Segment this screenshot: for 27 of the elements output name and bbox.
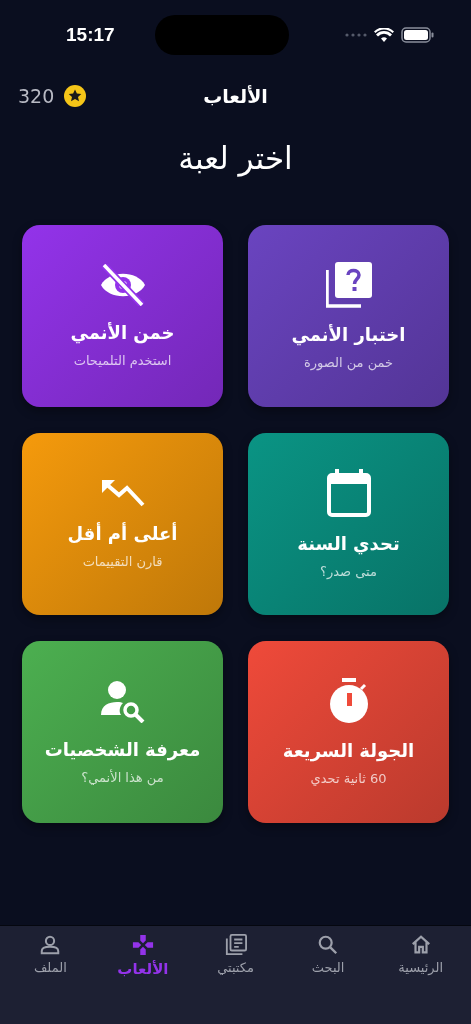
- tab-item[interactable]: الملف: [10, 934, 91, 975]
- screen-title: الألعاب: [203, 85, 268, 107]
- points-count: 320: [18, 85, 55, 107]
- page-heading: اختر لعبة: [177, 140, 294, 179]
- eye-off-icon: [98, 264, 147, 306]
- battery-icon: [401, 27, 435, 43]
- tab-item[interactable]: مكتبتي: [195, 934, 276, 975]
- signal-icon: [345, 33, 367, 37]
- game-card[interactable]: اختبار الأنمي خمن من الصورة: [248, 225, 449, 407]
- game-card[interactable]: تحدي السنة متى صدر؟: [248, 433, 449, 615]
- game-card[interactable]: خمن الأنمي استخدم التلميحات: [22, 225, 223, 407]
- search-icon: [317, 934, 340, 956]
- gamepad-icon: [131, 934, 154, 956]
- trend-arrow-icon: [100, 479, 145, 507]
- home-icon: [409, 934, 432, 956]
- tab-item[interactable]: البحث: [288, 934, 369, 975]
- calendar-icon: [326, 469, 371, 517]
- person-search-icon: [100, 679, 145, 723]
- person-icon: [39, 934, 62, 956]
- game-card[interactable]: الجولة السريعة 60 ثانية تحدي: [248, 641, 449, 823]
- stopwatch-icon: [327, 678, 370, 724]
- status-time: 15:17: [66, 24, 115, 46]
- game-card[interactable]: معرفة الشخصيات من هذا الأنمي؟: [22, 641, 223, 823]
- wifi-icon: [374, 27, 394, 43]
- library-icon: [224, 934, 247, 956]
- question-cards-icon: [325, 262, 372, 308]
- tab-item[interactable]: الرئيسية: [380, 934, 461, 975]
